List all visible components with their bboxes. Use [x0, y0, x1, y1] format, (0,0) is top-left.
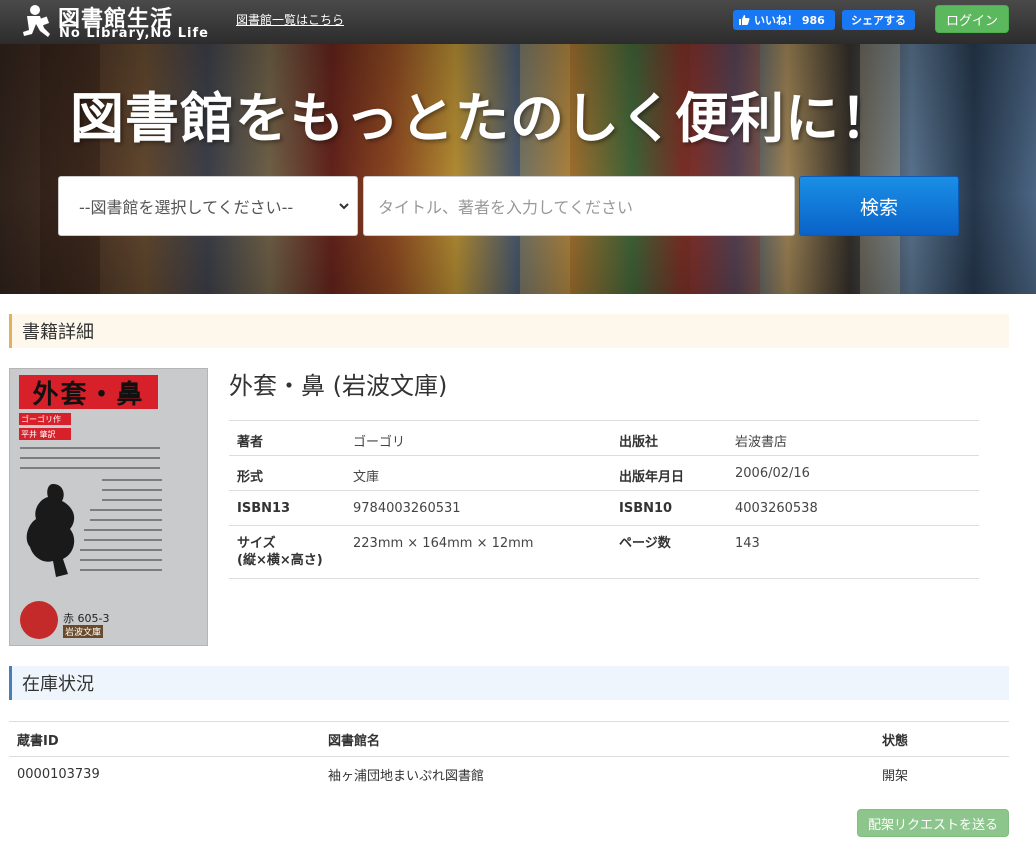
size-label-line2: (縦×横×高さ) — [237, 553, 323, 568]
thumbs-up-icon — [739, 15, 750, 25]
cover-author-tag: ゴーゴリ作 — [19, 413, 71, 425]
cover-blurb-line — [20, 467, 160, 469]
table-row: ISBN13 9784003260531 ISBN10 4003260538 — [229, 490, 979, 526]
table-row: サイズ (縦×横×高さ) 223mm × 164mm × 12mm ページ数 1… — [229, 525, 979, 579]
book-detail-table: 著者 ゴーゴリ 出版社 岩波書店 形式 文庫 出版年月日 2006/02/16 … — [229, 420, 979, 579]
stock-status-heading: 在庫状況 — [9, 666, 1009, 700]
login-button[interactable]: ログイン — [935, 5, 1009, 33]
library-list-link[interactable]: 図書館一覧はこちら — [236, 11, 344, 28]
isbn13-label: ISBN13 — [229, 490, 345, 526]
reading-person-icon — [23, 5, 50, 37]
table-row: 著者 ゴーゴリ 出版社 岩波書店 — [229, 420, 979, 456]
pubdate-value: 2006/02/16 — [727, 455, 979, 491]
isbn10-label: ISBN10 — [611, 490, 727, 526]
cover-blurb-line — [102, 499, 162, 501]
cover-blurb-line — [20, 457, 160, 459]
cover-blurb-line — [84, 529, 162, 531]
cover-blurb-line — [90, 519, 162, 521]
author-label: 著者 — [229, 420, 345, 456]
size-label-line1: サイズ — [237, 536, 276, 551]
top-navbar: 図書館生活 No Library,No Life 図書館一覧はこちら いいね！ … — [0, 0, 1036, 44]
column-header-holding-id: 蔵書ID — [9, 721, 320, 757]
facebook-share-button[interactable]: シェアする — [842, 10, 915, 30]
brand-subtitle: No Library,No Life — [59, 26, 209, 41]
column-header-library-name: 図書館名 — [320, 721, 874, 757]
author-value: ゴーゴリ — [345, 420, 611, 456]
search-placeholder: タイトル、著者を入力してください — [378, 198, 634, 217]
cover-blurb-line — [102, 479, 162, 481]
library-name-cell: 袖ヶ浦団地まいぷれ図書館 — [320, 756, 874, 792]
pages-value: 143 — [727, 525, 979, 579]
cover-blurb-line — [102, 489, 162, 491]
stock-table-header: 蔵書ID 図書館名 状態 — [9, 721, 1009, 757]
library-select[interactable]: --図書館を選択してください-- — [58, 176, 358, 236]
cover-blurb-line — [20, 447, 160, 449]
cover-imprint: 岩波文庫 — [63, 625, 104, 638]
hero-banner: 図書館をもっとたのしく便利に！ --図書館を選択してください-- タイトル、著者… — [0, 44, 1036, 294]
cover-blurb-line — [90, 509, 162, 511]
holding-id-cell: 0000103739 — [9, 756, 320, 792]
format-value: 文庫 — [345, 455, 611, 491]
library-select-value: --図書館を選択してください-- — [79, 198, 294, 217]
isbn10-value: 4003260538 — [727, 490, 979, 526]
cover-number: 赤 605-3 — [63, 612, 110, 625]
search-input[interactable]: タイトル、著者を入力してください — [363, 176, 795, 236]
cover-blurb-line — [84, 539, 162, 541]
size-value: 223mm × 164mm × 12mm — [345, 525, 611, 579]
pages-label: ページ数 — [611, 525, 727, 579]
cover-blurb-line — [80, 549, 162, 551]
cover-translator-tag: 平井 肇訳 — [19, 428, 71, 440]
publisher-label: 出版社 — [611, 420, 727, 456]
cover-illustration — [26, 484, 75, 577]
book-title: 外套・鼻 (岩波文庫) — [229, 372, 448, 400]
hero-headline: 図書館をもっとたのしく便利に！ — [70, 87, 895, 150]
pubdate-label: 出版年月日 — [611, 455, 727, 491]
column-header-status: 状態 — [874, 721, 1009, 757]
like-label: いいね！ 986 — [754, 14, 825, 27]
table-row: 0000103739 袖ヶ浦団地まいぷれ図書館 開架 — [9, 756, 1009, 792]
cover-title: 外套・鼻 — [19, 375, 158, 410]
stock-table: 蔵書ID 図書館名 状態 0000103739 袖ヶ浦団地まいぷれ図書館 開架 — [9, 721, 1009, 792]
size-label: サイズ (縦×横×高さ) — [229, 525, 345, 579]
search-button[interactable]: 検索 — [799, 176, 959, 236]
status-cell: 開架 — [874, 756, 1009, 792]
format-label: 形式 — [229, 455, 345, 491]
chevron-down-icon — [339, 203, 349, 210]
book-details-heading: 書籍詳細 — [9, 314, 1009, 348]
book-cover-image: 外套・鼻 ゴーゴリ作 平井 肇訳 赤 605-3 岩波文庫 — [9, 368, 208, 646]
shelving-request-button[interactable]: 配架リクエストを送る — [857, 809, 1009, 837]
cover-blurb-line — [80, 559, 162, 561]
facebook-like-button[interactable]: いいね！ 986 — [733, 10, 835, 30]
publisher-value: 岩波書店 — [727, 420, 979, 456]
isbn13-value: 9784003260531 — [345, 490, 611, 526]
publisher-seal — [20, 601, 58, 639]
table-row: 形式 文庫 出版年月日 2006/02/16 — [229, 455, 979, 491]
cover-blurb-line — [80, 569, 162, 571]
